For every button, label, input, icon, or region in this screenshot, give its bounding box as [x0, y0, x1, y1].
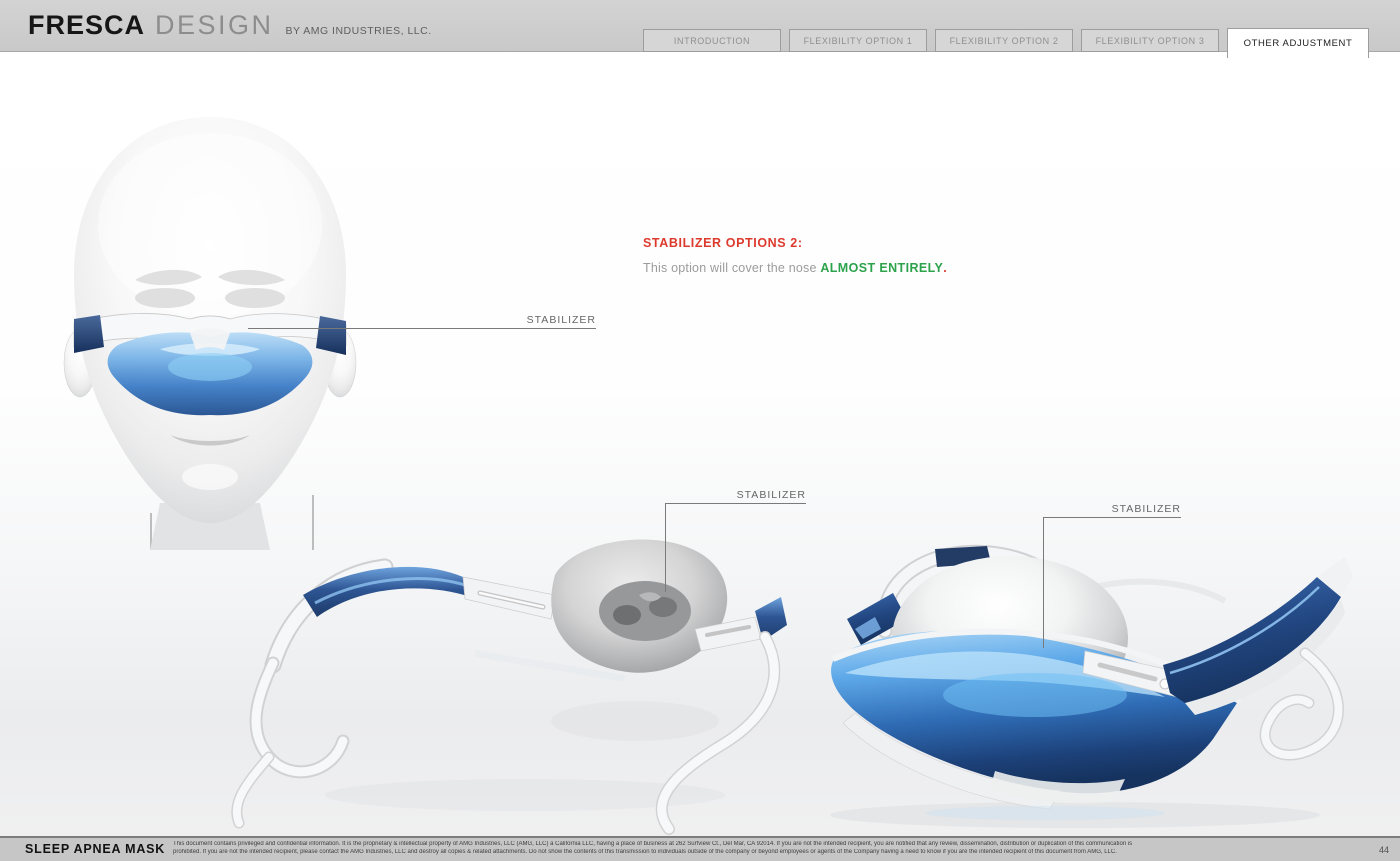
callout-leader-line-1	[248, 328, 596, 329]
callout-leader-drop-2	[665, 503, 666, 592]
brand-name-primary: FRESCA	[28, 10, 146, 40]
page-number: 44	[1378, 845, 1389, 855]
slide-canvas: STABILIZER OPTIONS 2: This option will c…	[0, 52, 1400, 836]
brand: FRESCA DESIGN BY AMG INDUSTRIES, LLC.	[28, 10, 432, 41]
tab-introduction[interactable]: INTRODUCTION	[643, 29, 781, 52]
callout-label-stabilizer-3: STABILIZER	[1111, 503, 1181, 515]
callout-label-stabilizer-1: STABILIZER	[526, 314, 596, 326]
callout-leader-line-3	[1043, 517, 1181, 518]
callout-leader-line-2	[665, 503, 806, 504]
brand-byline: BY AMG INDUSTRIES, LLC.	[285, 25, 432, 37]
tab-flexibility-option-1[interactable]: FLEXIBILITY OPTION 1	[789, 29, 927, 52]
disclaimer-line-2: prohibited. If you are not the intended …	[173, 848, 1117, 855]
footer-title: SLEEP APNEA MASK	[25, 842, 166, 856]
disclaimer-line-1: This document contains privileged and co…	[173, 841, 1133, 847]
tab-flexibility-option-3[interactable]: FLEXIBILITY OPTION 3	[1081, 29, 1219, 52]
mask-inside-view-render	[231, 539, 787, 835]
callout-leader-drop-3	[1043, 517, 1044, 648]
tab-bar: INTRODUCTION FLEXIBILITY OPTION 1 FLEXIB…	[643, 28, 1369, 58]
stabilizer-options-description: This option will cover the nose ALMOST E…	[643, 261, 947, 275]
tab-flexibility-option-2[interactable]: FLEXIBILITY OPTION 2	[935, 29, 1073, 52]
brand-name-secondary: DESIGN	[155, 10, 274, 40]
tab-other-adjustment[interactable]: OTHER ADJUSTMENT	[1227, 28, 1369, 58]
header-bar: FRESCA DESIGN BY AMG INDUSTRIES, LLC. IN…	[0, 0, 1400, 58]
callout-label-stabilizer-2: STABILIZER	[736, 489, 806, 501]
description-highlight: ALMOST ENTIRELY	[820, 261, 944, 275]
description-prefix: This option will cover the nose	[643, 261, 821, 275]
description-period: .	[943, 261, 947, 275]
footer-disclaimer: This document contains privileged and co…	[173, 841, 1213, 856]
mask-three-quarter-render	[830, 544, 1353, 828]
stabilizer-options-heading: STABILIZER OPTIONS 2:	[643, 236, 803, 250]
footer-bar: SLEEP APNEA MASK This document contains …	[0, 836, 1400, 861]
